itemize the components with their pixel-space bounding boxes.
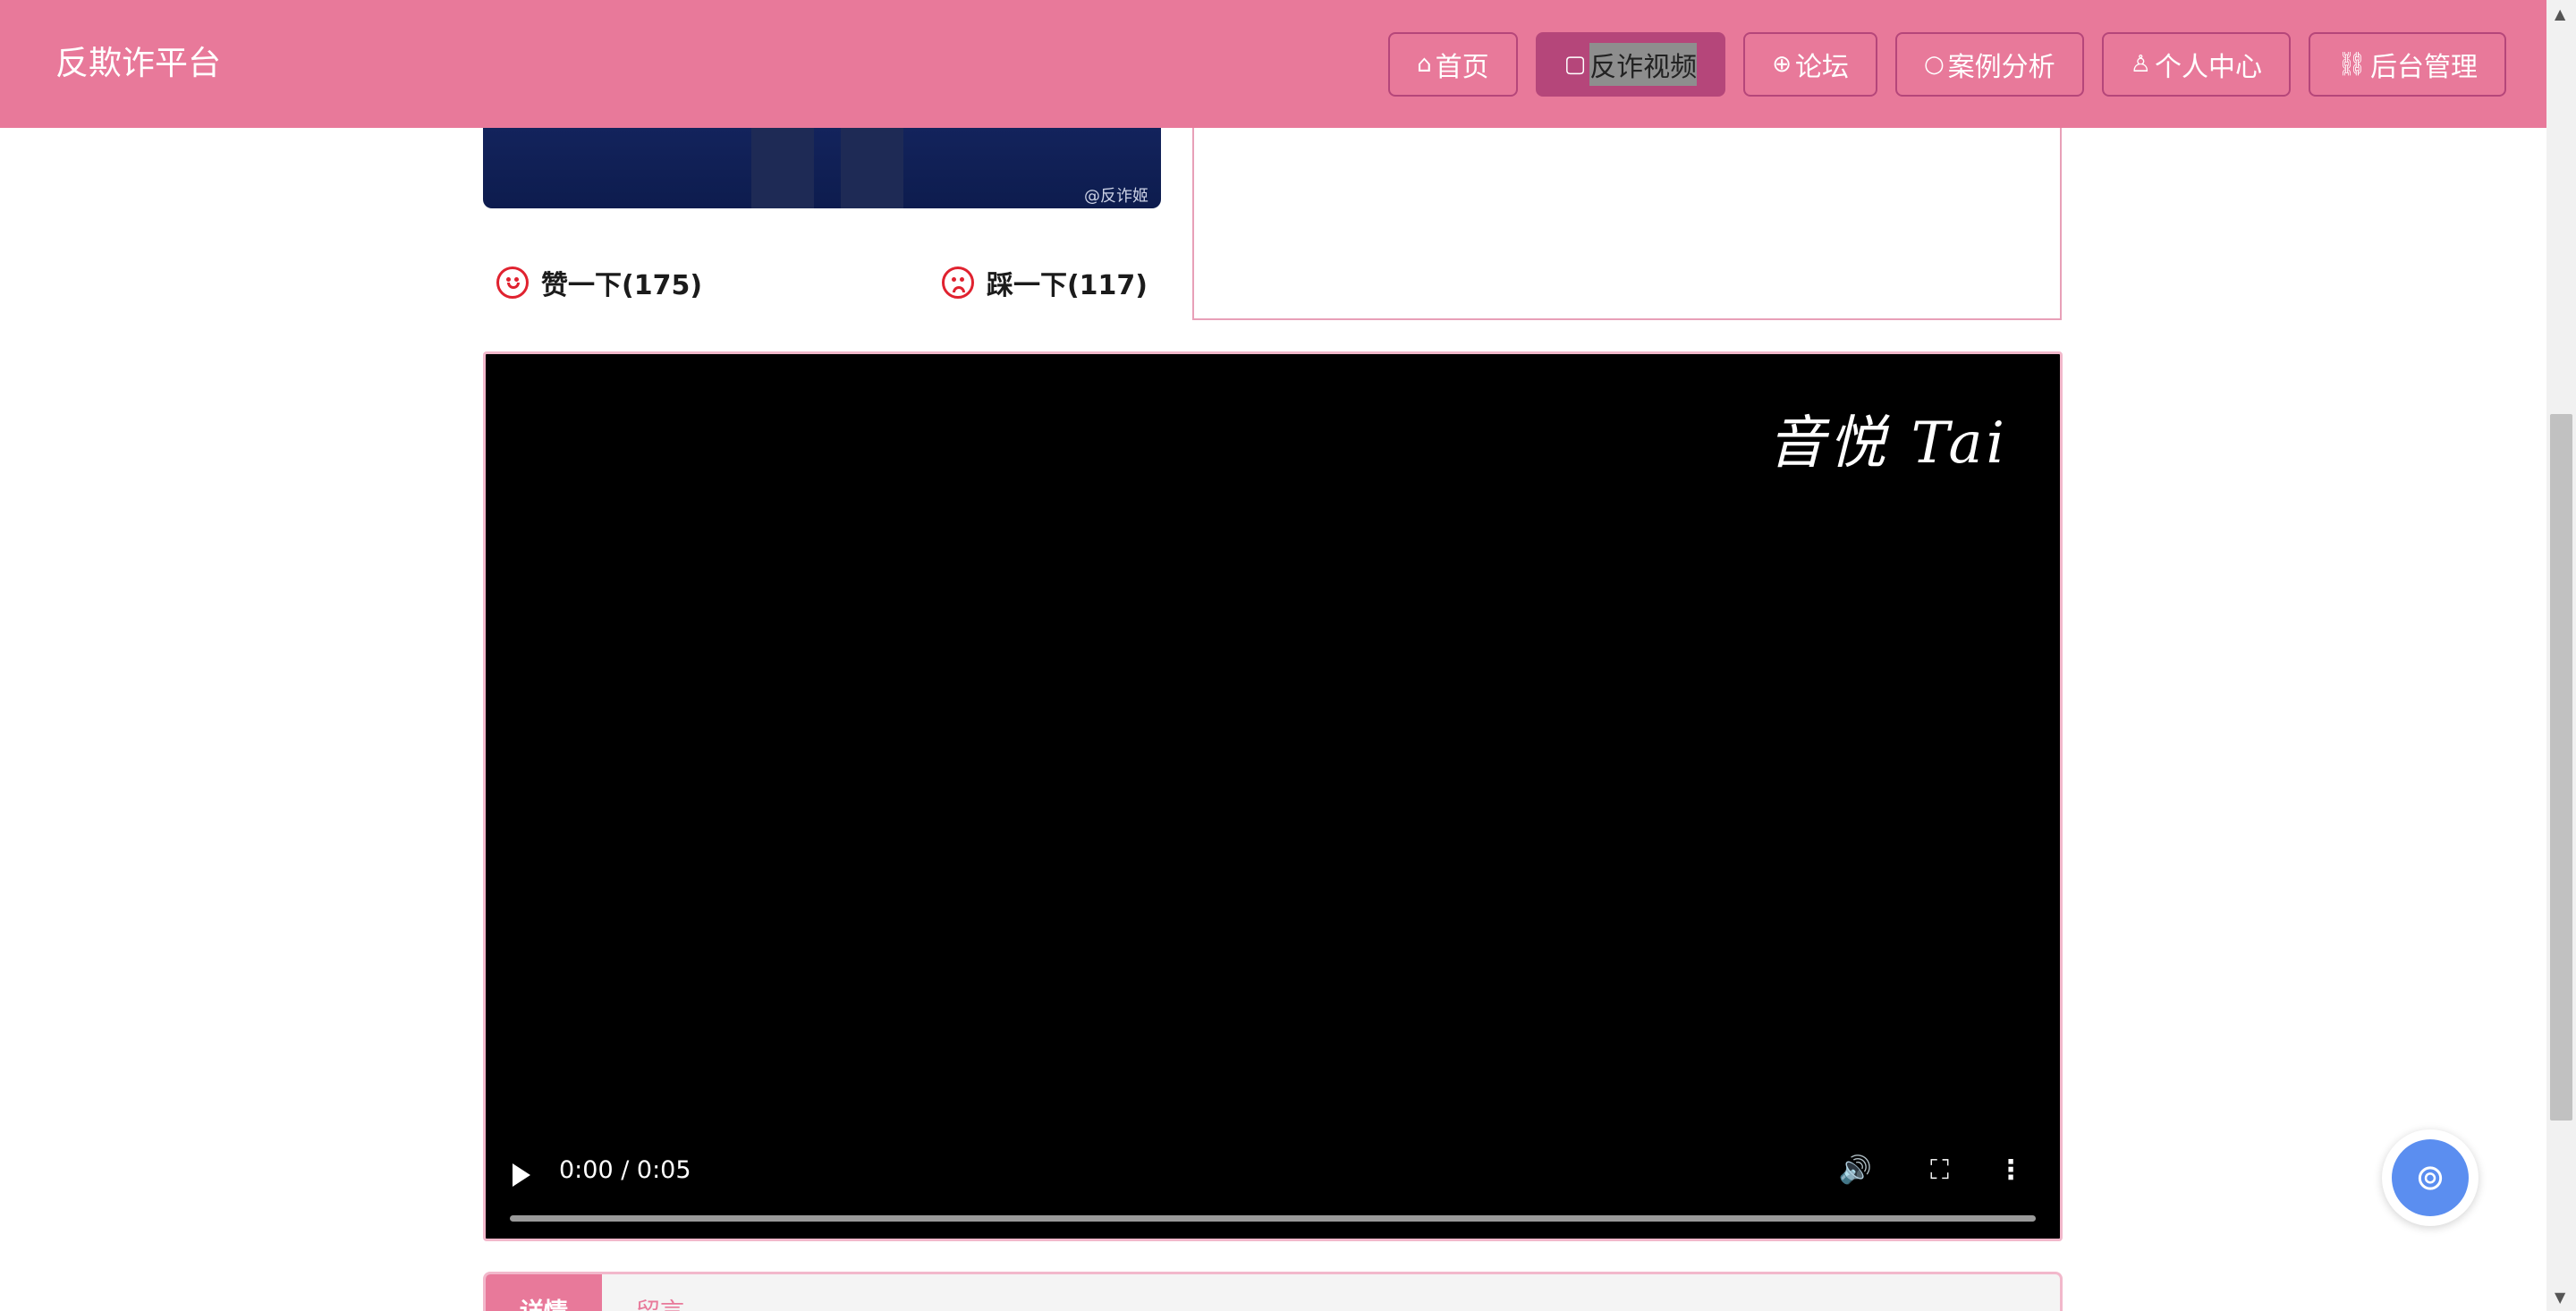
scroll-up-icon[interactable]: ▲ bbox=[2555, 5, 2565, 22]
globe-icon: ⊕ bbox=[1772, 51, 1792, 78]
dislike-button[interactable]: 踩一下(117) bbox=[941, 263, 1148, 302]
like-label: 赞一下(175) bbox=[541, 270, 703, 301]
user-icon: ♙ bbox=[2130, 51, 2151, 78]
info-panel bbox=[1192, 128, 2062, 320]
volume-icon[interactable]: 🔊 bbox=[1839, 1155, 1872, 1186]
like-button[interactable]: 赞一下(175) bbox=[496, 263, 702, 302]
play-icon[interactable] bbox=[513, 1163, 530, 1187]
clipboard-icon: ▢ bbox=[1563, 51, 1587, 78]
tab-details[interactable]: 详情 bbox=[486, 1274, 602, 1311]
nav-forum-label: 论坛 bbox=[1794, 52, 1849, 83]
top-navbar: 反欺诈平台 ⌂ 首页 ▢ 反诈视频 ⊕ 论坛 ○ 案例分析 ♙ 个人中心 ⛓ 后… bbox=[0, 0, 2546, 128]
nav-home-label: 首页 bbox=[1435, 52, 1489, 83]
frown-icon bbox=[941, 266, 974, 299]
broadcast-icon: ⊚ bbox=[2392, 1139, 2469, 1216]
nav-forum-button[interactable]: ⊕ 论坛 bbox=[1743, 32, 1877, 97]
video-controls: 0:00 / 0:05 🔊 ⛶ ⋮ bbox=[486, 1140, 2060, 1239]
nav-profile-button[interactable]: ♙ 个人中心 bbox=[2101, 32, 2291, 97]
video-logo-text: 音悦 Tai bbox=[1767, 410, 2008, 477]
link-icon: ⛓ bbox=[2336, 51, 2367, 78]
vote-row: 赞一下(175) 踩一下(117) bbox=[496, 262, 1148, 303]
scroll-down-icon[interactable]: ▼ bbox=[2555, 1289, 2565, 1306]
scrollbar-thumb[interactable] bbox=[2550, 414, 2572, 1121]
nav-home-button[interactable]: ⌂ 首页 bbox=[1388, 32, 1518, 97]
smile-icon bbox=[496, 266, 529, 299]
cover-figure bbox=[841, 128, 903, 208]
nav-case-label: 案例分析 bbox=[1947, 52, 2055, 83]
fullscreen-icon[interactable]: ⛶ bbox=[1930, 1155, 1949, 1186]
nav-admin-button[interactable]: ⛓ 后台管理 bbox=[2308, 32, 2506, 97]
detail-tabs: 详情 留言 bbox=[483, 1272, 2063, 1311]
nav-admin-label: 后台管理 bbox=[2370, 52, 2478, 83]
cover-watermark: @反诈姬 bbox=[1084, 187, 1148, 206]
nav-case-button[interactable]: ○ 案例分析 bbox=[1894, 32, 2084, 97]
video-cover-image: @反诈姬 bbox=[483, 128, 1161, 208]
nav-menu: ⌂ 首页 ▢ 反诈视频 ⊕ 论坛 ○ 案例分析 ♙ 个人中心 ⛓ 后台管理 bbox=[1388, 32, 2506, 97]
nav-video-button[interactable]: ▢ 反诈视频 bbox=[1535, 32, 1726, 97]
video-player[interactable]: 音悦 Tai 0:00 / 0:05 🔊 ⛶ ⋮ bbox=[483, 351, 2063, 1241]
home-icon: ⌂ bbox=[1417, 51, 1432, 78]
cover-figure bbox=[751, 128, 814, 208]
nav-video-label: 反诈视频 bbox=[1589, 43, 1698, 86]
nav-profile-label: 个人中心 bbox=[2154, 52, 2262, 83]
more-options-icon[interactable]: ⋮ bbox=[1997, 1155, 2024, 1186]
video-time: 0:00 / 0:05 bbox=[559, 1156, 691, 1184]
circle-icon: ○ bbox=[1923, 51, 1945, 78]
dislike-label: 踩一下(117) bbox=[986, 270, 1148, 301]
brand-title[interactable]: 反欺诈平台 bbox=[55, 41, 221, 86]
floating-action-button[interactable]: ⊚ bbox=[2382, 1129, 2479, 1226]
page-scrollbar[interactable]: ▲ ▼ bbox=[2546, 0, 2576, 1311]
video-progress-bar[interactable] bbox=[510, 1215, 2036, 1222]
tab-comments[interactable]: 留言 bbox=[602, 1274, 718, 1311]
